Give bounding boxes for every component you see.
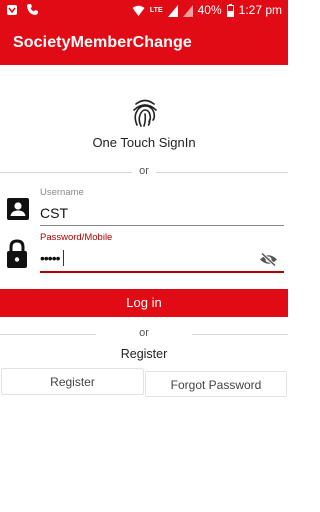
or-divider-2: or <box>0 327 288 340</box>
lock-icon <box>7 239 27 268</box>
contact-card-icon <box>7 198 29 220</box>
or-divider: or <box>0 165 288 178</box>
one-touch-signin-label[interactable]: One Touch SignIn <box>0 135 288 150</box>
fingerprint-icon[interactable] <box>131 98 159 128</box>
or-label-2: or <box>139 327 149 339</box>
app-title: SocietyMemberChange <box>13 34 192 51</box>
password-input[interactable]: ••••• <box>40 250 60 266</box>
username-label: Username <box>40 187 84 198</box>
signal-icon-2 <box>182 4 193 17</box>
notification-app-icon <box>7 4 17 15</box>
call-icon <box>27 4 38 15</box>
username-input[interactable]: CST <box>40 205 68 221</box>
or-label: or <box>139 165 149 177</box>
app-bar: SocietyMemberChange <box>0 22 288 65</box>
password-underline <box>40 271 284 273</box>
clock: 1:27 pm <box>238 3 282 17</box>
login-button[interactable]: Log in <box>0 289 288 317</box>
status-bar: LTE 40% 1:27 pm <box>0 0 288 22</box>
register-button[interactable]: Register <box>1 368 144 395</box>
network-type-label: LTE <box>149 7 163 14</box>
username-underline <box>40 225 284 226</box>
battery-percent: 40% <box>197 3 222 17</box>
visibility-toggle-icon[interactable] <box>259 252 278 267</box>
register-heading: Register <box>120 347 168 361</box>
wifi-icon <box>132 5 145 16</box>
forgot-password-button[interactable]: Forgot Password <box>145 371 287 397</box>
battery-icon <box>226 4 234 17</box>
text-cursor <box>63 250 64 266</box>
password-label: Password/Mobile <box>40 232 113 243</box>
signal-icon-1 <box>167 4 178 17</box>
